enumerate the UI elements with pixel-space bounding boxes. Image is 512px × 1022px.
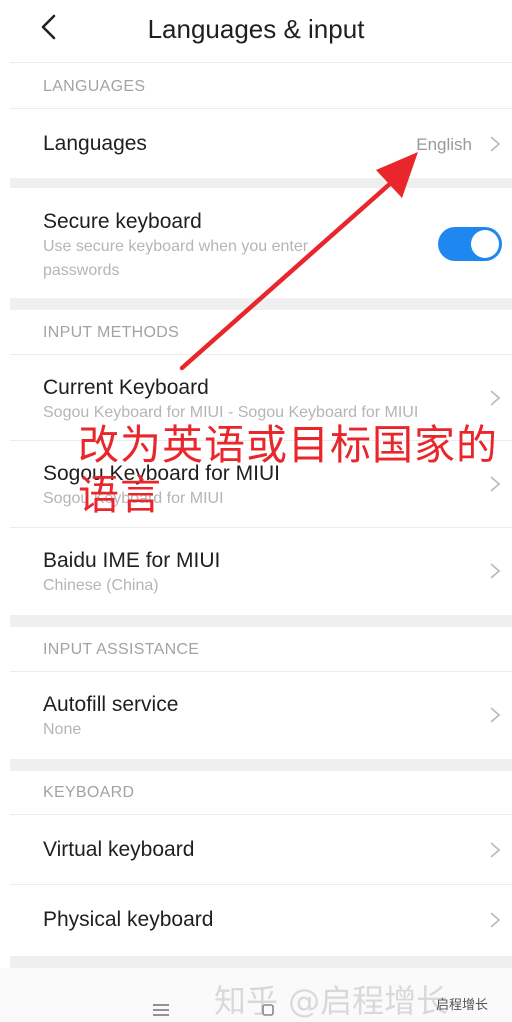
divider bbox=[10, 884, 512, 885]
section-header-input-assistance: INPUT ASSISTANCE bbox=[43, 641, 200, 658]
baidu-ime-row[interactable]: Baidu IME for MIUI Chinese (China) bbox=[0, 529, 512, 615]
menu-icon[interactable] bbox=[152, 1003, 170, 1017]
virtual-keyboard-title: Virtual keyboard bbox=[43, 838, 195, 861]
languages-row[interactable]: Languages English bbox=[0, 110, 512, 178]
physical-keyboard-row[interactable]: Physical keyboard bbox=[0, 886, 512, 954]
section-gap bbox=[10, 956, 512, 968]
divider bbox=[10, 62, 512, 63]
section-gap bbox=[10, 298, 512, 310]
chevron-right-icon bbox=[490, 563, 501, 579]
divider bbox=[10, 814, 512, 815]
section-header-keyboard: KEYBOARD bbox=[43, 784, 135, 801]
current-keyboard-title: Current Keyboard bbox=[43, 376, 209, 399]
section-gap bbox=[10, 615, 512, 627]
languages-row-value: English bbox=[416, 135, 472, 154]
chevron-right-icon bbox=[490, 912, 501, 928]
secure-keyboard-toggle[interactable] bbox=[438, 227, 502, 261]
chevron-right-icon bbox=[490, 842, 501, 858]
baidu-ime-title: Baidu IME for MIUI bbox=[43, 549, 221, 572]
section-gap bbox=[10, 759, 512, 771]
languages-row-title: Languages bbox=[43, 132, 147, 155]
chevron-right-icon bbox=[490, 136, 501, 152]
toggle-knob bbox=[471, 230, 499, 258]
baidu-ime-subtitle: Chinese (China) bbox=[43, 577, 159, 594]
home-icon[interactable] bbox=[262, 1004, 274, 1016]
virtual-keyboard-row[interactable]: Virtual keyboard bbox=[0, 816, 512, 884]
secure-keyboard-title: Secure keyboard bbox=[43, 210, 202, 233]
secure-keyboard-subtitle-line1: Use secure keyboard when you enter bbox=[43, 238, 309, 255]
page-title: Languages & input bbox=[147, 14, 365, 44]
section-header-languages: LANGUAGES bbox=[43, 78, 146, 95]
watermark: 知乎 @启程增长 bbox=[214, 982, 449, 1020]
section-gap bbox=[10, 178, 512, 188]
annotation-text-line1: 改为英语或目标国家的 bbox=[78, 421, 498, 469]
divider bbox=[10, 671, 512, 672]
physical-keyboard-title: Physical keyboard bbox=[43, 908, 214, 931]
section-header-input-methods: INPUT METHODS bbox=[43, 324, 180, 341]
divider bbox=[10, 108, 512, 109]
autofill-service-title: Autofill service bbox=[43, 693, 179, 716]
annotation-text: 改为英语或目标国家的 语言 bbox=[78, 420, 512, 520]
divider bbox=[10, 527, 512, 528]
watermark-small: 启程增长 bbox=[436, 997, 489, 1012]
chevron-right-icon bbox=[490, 390, 501, 406]
annotation-text-line2: 语言 bbox=[78, 471, 162, 519]
chevron-right-icon bbox=[490, 707, 501, 723]
autofill-service-subtitle: None bbox=[43, 721, 82, 738]
header-bar: Languages & input bbox=[0, 0, 512, 58]
divider bbox=[10, 354, 512, 355]
secure-keyboard-subtitle-line2: passwords bbox=[43, 262, 120, 279]
secure-keyboard-row[interactable]: Secure keyboard Use secure keyboard when… bbox=[0, 188, 512, 298]
autofill-service-row[interactable]: Autofill service None bbox=[0, 673, 512, 759]
